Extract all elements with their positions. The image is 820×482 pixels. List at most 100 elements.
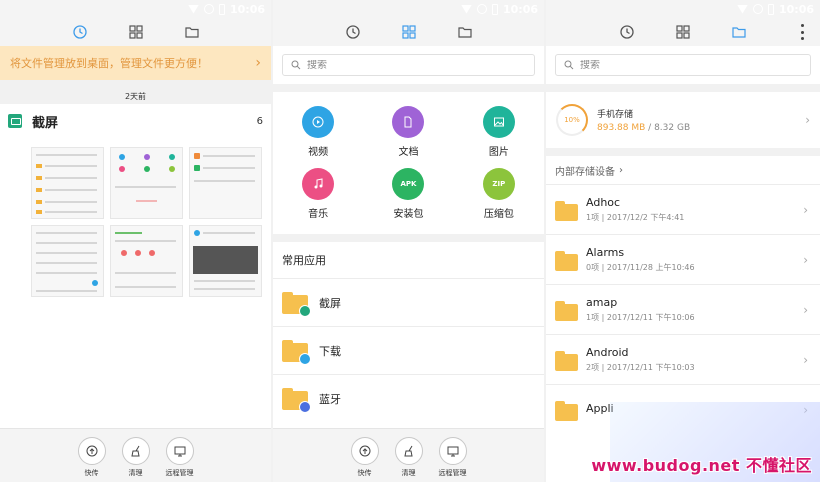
clock: 10:06 (778, 2, 814, 16)
files-panel: 10:06 10% 手机存储 893.88 MB / 8.32 GB › 内部存… (546, 0, 820, 482)
recent-panel: 10:06 将文件管理放到桌面，管理文件更方便！ › 2天前 截屏 6 快传 清… (0, 0, 271, 482)
clean-button[interactable]: 清理 (121, 437, 151, 482)
search-icon (291, 60, 301, 70)
folder-icon (555, 350, 578, 371)
folder-row-alarms[interactable]: Alarms 0项 | 2017/11/28 上午10:46 › (546, 234, 820, 284)
folder-icon (555, 300, 578, 321)
clock-icon (345, 25, 360, 39)
search-icon (564, 60, 574, 70)
category-grid: 视频 文档 图片 音乐 APK 安装包 ZIP 压缩包 (273, 92, 544, 220)
tab-files[interactable] (456, 23, 474, 41)
chevron-right-icon: › (803, 202, 808, 217)
category-video[interactable]: 视频 (273, 106, 363, 158)
folder-icon (282, 387, 311, 413)
image-icon (493, 117, 504, 127)
thumbnail[interactable] (110, 225, 183, 297)
folder-icon (282, 291, 311, 317)
thumbnail[interactable] (110, 147, 183, 219)
tab-categories[interactable] (674, 23, 692, 41)
status-bar: 10:06 (273, 0, 544, 18)
folder-icon (555, 250, 578, 271)
wifi-icon (187, 4, 199, 14)
app-row-downloads[interactable]: 下载 (273, 326, 544, 374)
chevron-right-icon: › (803, 302, 808, 317)
remote-manage-button[interactable]: 远程管理 (165, 437, 195, 482)
phone-storage-card[interactable]: 10% 手机存储 893.88 MB / 8.32 GB › (546, 92, 820, 148)
status-bar: 10:06 (546, 0, 820, 18)
top-tab-bar (0, 18, 271, 46)
apk-icon: APK (392, 168, 425, 200)
mute-icon (752, 4, 763, 14)
tab-recent[interactable] (618, 23, 636, 41)
search-input[interactable] (307, 59, 507, 71)
status-bar: 10:06 (0, 0, 271, 18)
desktop-shortcut-banner[interactable]: 将文件管理放到桌面，管理文件更方便！ › (0, 46, 271, 80)
mute-icon (203, 4, 214, 14)
thumbnail[interactable] (31, 225, 104, 297)
tab-categories[interactable] (127, 23, 145, 41)
category-music[interactable]: 音乐 (273, 168, 363, 220)
monitor-icon (447, 446, 458, 457)
chevron-right-icon: › (805, 113, 810, 127)
chevron-right-icon: › (803, 252, 808, 267)
category-zip[interactable]: ZIP 压缩包 (454, 168, 544, 220)
tab-recent[interactable] (344, 23, 362, 41)
battery-icon (491, 3, 498, 15)
quick-transfer-button[interactable]: 快传 (350, 437, 380, 482)
date-header: 2天前 (0, 88, 271, 104)
category-documents[interactable]: 文档 (363, 106, 453, 158)
banner-text: 将文件管理放到桌面，管理文件更方便！ (10, 57, 208, 70)
tab-files[interactable] (730, 23, 748, 41)
divider (273, 234, 544, 242)
monitor-icon (174, 446, 185, 457)
search-input[interactable] (580, 59, 780, 71)
category-apk[interactable]: APK 安装包 (363, 168, 453, 220)
more-menu-icon[interactable] (800, 24, 804, 40)
divider (0, 80, 271, 88)
category-images[interactable]: 图片 (454, 106, 544, 158)
folder-row-adhoc[interactable]: Adhoc 1项 | 2017/12/2 下午4:41 › (546, 184, 820, 234)
breadcrumb[interactable]: 内部存储设备 › (546, 156, 820, 184)
mute-icon (476, 4, 487, 14)
divider (273, 84, 544, 92)
folder-icon (184, 27, 199, 38)
watermark: www.budog.net 不懂社区 (591, 456, 812, 475)
clock-icon (620, 25, 634, 39)
app-row-bluetooth[interactable]: 蓝牙 (273, 374, 544, 422)
clean-button[interactable]: 清理 (394, 437, 424, 482)
music-icon (314, 178, 323, 189)
top-tab-bar (273, 18, 544, 46)
top-tab-bar (546, 18, 820, 46)
grid-icon (401, 25, 416, 39)
zip-icon: ZIP (482, 168, 515, 200)
folder-row-amap[interactable]: amap 1项 | 2017/12/11 下午10:06 › (546, 284, 820, 334)
storage-total: / 8.32 GB (648, 123, 691, 133)
chevron-right-icon: › (803, 352, 808, 367)
screenshot-group-header[interactable]: 截屏 6 (0, 104, 271, 138)
search-box[interactable] (282, 54, 535, 76)
app-row-screenshots[interactable]: 截屏 (273, 278, 544, 326)
bottom-toolbar: 快传 清理 远程管理 (273, 428, 544, 482)
thumbnail[interactable] (189, 225, 262, 297)
tab-recent[interactable] (71, 23, 89, 41)
transfer-icon (359, 445, 370, 457)
folder-icon (555, 200, 578, 221)
tab-categories[interactable] (400, 23, 418, 41)
quick-transfer-button[interactable]: 快传 (77, 437, 107, 482)
thumbnail[interactable] (189, 147, 262, 219)
battery-icon (767, 3, 774, 15)
thumbnail[interactable] (31, 147, 104, 219)
search-box[interactable] (555, 54, 811, 76)
storage-ring: 10% (556, 104, 588, 136)
grid-icon (128, 25, 143, 39)
play-icon (312, 116, 324, 128)
frequent-apps-title: 常用应用 (282, 254, 326, 267)
wifi-icon (460, 4, 472, 14)
bottom-toolbar: 快传 清理 远程管理 (0, 428, 271, 482)
screenshot-icon (8, 114, 22, 128)
folder-row-android[interactable]: Android 2项 | 2017/12/11 下午10:03 › (546, 334, 820, 384)
tab-files[interactable] (183, 23, 201, 41)
remote-manage-button[interactable]: 远程管理 (438, 437, 468, 482)
transfer-icon (86, 445, 97, 457)
group-title: 截屏 (32, 115, 59, 131)
